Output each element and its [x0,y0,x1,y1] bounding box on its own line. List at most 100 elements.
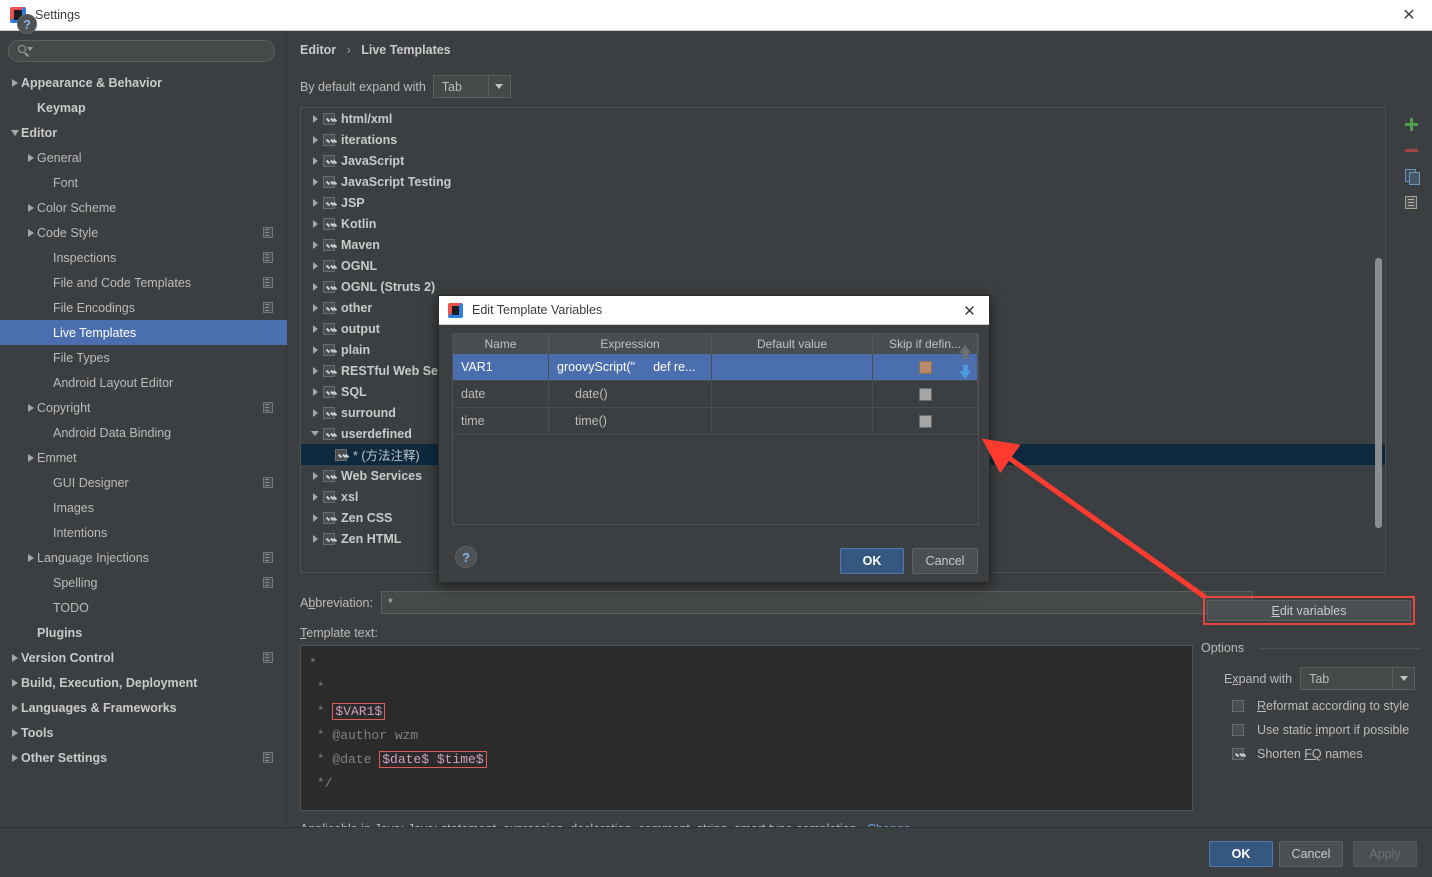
template-enabled-checkbox[interactable] [323,490,335,503]
ok-button[interactable]: OK [1209,841,1273,867]
dialog-close-icon[interactable]: ✕ [960,301,979,320]
template-enabled-checkbox[interactable] [323,343,335,356]
template-tree-row[interactable]: JavaScript [301,150,1385,171]
chevron-right-icon[interactable] [8,728,21,737]
template-enabled-checkbox[interactable] [323,301,335,314]
template-enabled-checkbox[interactable] [323,385,335,398]
chevron-right-icon[interactable] [307,261,323,270]
chevron-right-icon[interactable] [307,177,323,186]
chevron-down-icon[interactable] [307,431,323,436]
sidebar-item-languages-frameworks[interactable]: Languages & Frameworks [0,695,287,720]
sidebar-item-keymap[interactable]: Keymap [0,95,287,120]
chevron-right-icon[interactable] [24,153,37,162]
variable-expression-cell[interactable]: groovyScript(" def re... [549,354,712,380]
chevron-right-icon[interactable] [307,387,323,396]
chevron-right-icon[interactable] [307,408,323,417]
template-tree-row[interactable]: JSP [301,192,1385,213]
chevron-right-icon[interactable] [24,453,37,462]
chevron-right-icon[interactable] [307,366,323,375]
chevron-down-icon[interactable] [1392,668,1414,689]
column-header-default-value[interactable]: Default value [712,334,873,354]
chevron-right-icon[interactable] [24,203,37,212]
sidebar-item-appearance-behavior[interactable]: Appearance & Behavior [0,70,287,95]
chevron-right-icon[interactable] [307,513,323,522]
sidebar-item-build-execution-deployment[interactable]: Build, Execution, Deployment [0,670,287,695]
template-group-button[interactable] [1398,189,1424,215]
template-enabled-checkbox[interactable] [323,133,335,146]
variable-default-value-cell[interactable] [712,408,873,434]
sidebar-item-plugins[interactable]: Plugins [0,620,287,645]
expand-with-select[interactable]: Tab [1300,667,1416,690]
breadcrumb-parent[interactable]: Editor [300,43,336,57]
template-enabled-checkbox[interactable] [323,364,335,377]
chevron-right-icon[interactable] [307,534,323,543]
chevron-right-icon[interactable] [307,219,323,228]
variables-table-row[interactable]: VAR1 groovyScript(" def re... [453,354,978,381]
add-template-button[interactable] [1398,111,1424,137]
chevron-right-icon[interactable] [307,240,323,249]
template-enabled-checkbox[interactable] [323,469,335,482]
close-icon[interactable]: ✕ [1386,0,1432,30]
variable-name-cell[interactable]: VAR1 [453,354,549,380]
sidebar-item-general[interactable]: General [0,145,287,170]
template-enabled-checkbox[interactable] [323,259,335,272]
sidebar-item-file-and-code-templates[interactable]: File and Code Templates [0,270,287,295]
variables-table[interactable]: Name Expression Default value Skip if de… [452,333,979,525]
skip-if-defined-checkbox[interactable] [918,387,932,401]
chevron-right-icon[interactable] [307,324,323,333]
template-enabled-checkbox[interactable] [323,112,335,125]
template-enabled-checkbox[interactable] [323,280,335,293]
chevron-down-icon[interactable] [8,129,21,136]
sidebar-item-font[interactable]: Font [0,170,287,195]
help-button[interactable]: ? [17,14,37,34]
template-enabled-checkbox[interactable] [335,448,347,461]
chevron-right-icon[interactable] [8,703,21,712]
default-expand-with-select[interactable]: Tab [432,75,511,98]
chevron-right-icon[interactable] [24,553,37,562]
remove-template-button[interactable] [1398,137,1424,163]
sidebar-item-android-data-binding[interactable]: Android Data Binding [0,420,287,445]
reformat-checkbox-row[interactable]: Reformat according to style [1232,699,1409,713]
template-enabled-checkbox[interactable] [323,196,335,209]
sidebar-item-copyright[interactable]: Copyright [0,395,287,420]
shorten-fq-checkbox-row[interactable]: Shorten FQ names [1232,747,1363,761]
static-import-checkbox-row[interactable]: Use static import if possible [1232,723,1409,737]
sidebar-item-editor[interactable]: Editor [0,120,287,145]
sidebar-item-inspections[interactable]: Inspections [0,245,287,270]
template-tree-row[interactable]: Kotlin [301,213,1385,234]
move-up-button[interactable] [952,336,978,362]
column-header-expression[interactable]: Expression [549,334,712,354]
column-header-name[interactable]: Name [453,334,549,354]
chevron-right-icon[interactable] [307,303,323,312]
chevron-right-icon[interactable] [307,471,323,480]
chevron-down-icon[interactable] [487,76,510,97]
dialog-ok-button[interactable]: OK [840,548,904,574]
template-tree-row[interactable]: iterations [301,129,1385,150]
sidebar-item-other-settings[interactable]: Other Settings [0,745,287,770]
abbreviation-input[interactable]: * [380,591,1253,614]
dialog-help-button[interactable]: ? [455,546,477,568]
sidebar-item-emmet[interactable]: Emmet [0,445,287,470]
duplicate-template-button[interactable] [1398,163,1424,189]
variables-table-row[interactable]: time time() [453,408,978,435]
reformat-checkbox[interactable] [1232,700,1244,712]
chevron-right-icon[interactable] [8,678,21,687]
cancel-button[interactable]: Cancel [1279,841,1343,867]
template-tree-row[interactable]: Maven [301,234,1385,255]
apply-button[interactable]: Apply [1353,841,1417,867]
chevron-right-icon[interactable] [307,492,323,501]
template-enabled-checkbox[interactable] [323,427,335,440]
sidebar-item-gui-designer[interactable]: GUI Designer [0,470,287,495]
template-enabled-checkbox[interactable] [323,238,335,251]
variable-default-value-cell[interactable] [712,381,873,407]
template-enabled-checkbox[interactable] [323,322,335,335]
chevron-right-icon[interactable] [307,345,323,354]
template-enabled-checkbox[interactable] [323,532,335,545]
chevron-right-icon[interactable] [8,753,21,762]
sidebar-item-android-layout-editor[interactable]: Android Layout Editor [0,370,287,395]
template-enabled-checkbox[interactable] [323,175,335,188]
sidebar-item-spelling[interactable]: Spelling [0,570,287,595]
template-enabled-checkbox[interactable] [323,511,335,524]
chevron-right-icon[interactable] [307,114,323,123]
chevron-right-icon[interactable] [24,228,37,237]
